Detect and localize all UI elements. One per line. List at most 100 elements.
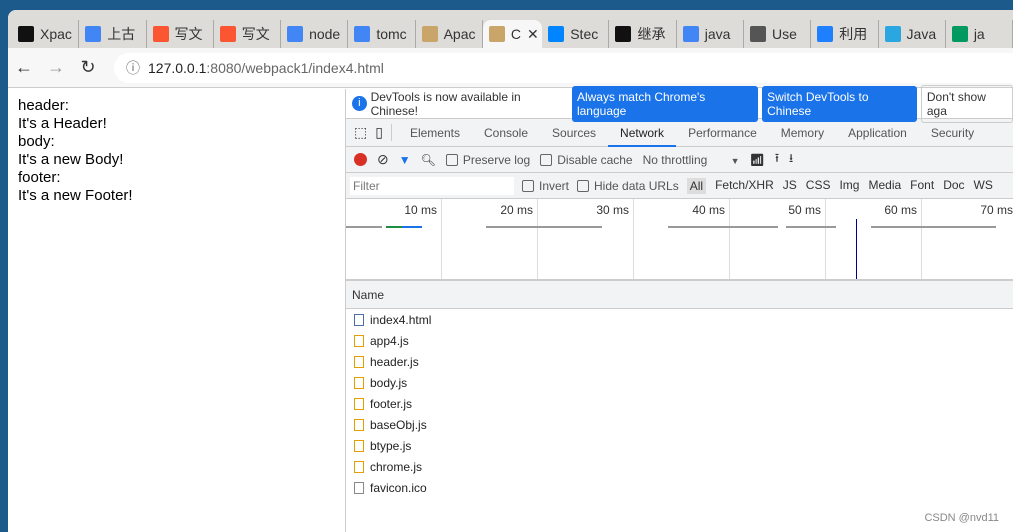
browser-tab[interactable]: node bbox=[281, 20, 349, 48]
filter-bar: Filter Invert Hide data URLs All Fetch/XH… bbox=[346, 173, 1013, 199]
tab-network[interactable]: Network bbox=[608, 119, 677, 147]
inspect-icon[interactable]: ⬚ bbox=[354, 124, 367, 141]
type-filter-ws[interactable]: WS bbox=[974, 178, 993, 194]
invert-label: Invert bbox=[539, 178, 570, 193]
type-filter-media[interactable]: Media bbox=[868, 178, 901, 194]
hide-data-urls-checkbox[interactable]: Hide data URLs bbox=[577, 179, 679, 193]
switch-devtools-button[interactable]: Switch DevTools to Chinese bbox=[762, 85, 917, 122]
url-host: 127.0.0.1 bbox=[148, 59, 207, 76]
clear-icon[interactable]: ⊘ bbox=[377, 151, 389, 168]
preserve-log-checkbox[interactable]: Preserve log bbox=[445, 152, 531, 167]
throttling-select[interactable]: No throttling ▼ bbox=[643, 153, 740, 167]
type-filter-fetch-xhr[interactable]: Fetch/XHR bbox=[715, 178, 774, 194]
x-icon bbox=[18, 26, 34, 42]
info-icon[interactable]: ⓘ bbox=[126, 58, 140, 78]
request-row[interactable]: index4.html bbox=[346, 309, 1013, 330]
browser-tab[interactable]: ja bbox=[946, 20, 1013, 48]
request-row[interactable]: favicon.ico bbox=[346, 477, 1013, 498]
tab-title: node bbox=[309, 26, 341, 42]
filter-icon[interactable]: ▼ bbox=[399, 153, 411, 167]
browser-tab[interactable]: java bbox=[677, 20, 745, 48]
globe-icon bbox=[750, 26, 767, 42]
chevron-down-icon: ▼ bbox=[730, 155, 740, 166]
close-tab-icon[interactable]: ✕ bbox=[527, 26, 539, 43]
juejin-icon bbox=[817, 26, 834, 42]
browser-tab[interactable]: 写文 bbox=[214, 20, 282, 48]
infobar-text: DevTools is now available in Chinese! bbox=[370, 89, 521, 118]
tab-security[interactable]: Security bbox=[919, 119, 986, 147]
import-har-icon[interactable]: ⭱ bbox=[775, 149, 779, 170]
request-name: header.js bbox=[370, 354, 419, 369]
browser-tab[interactable]: 利用 bbox=[811, 20, 879, 48]
browser-tab[interactable]: Java bbox=[879, 20, 946, 48]
browser-tab[interactable]: tomc bbox=[348, 20, 416, 48]
type-filter-doc[interactable]: Doc bbox=[943, 178, 964, 194]
always-match-button[interactable]: Always match Chrome's language bbox=[571, 85, 759, 122]
type-filter-font[interactable]: Font bbox=[910, 178, 934, 194]
request-row[interactable]: btype.js bbox=[346, 435, 1013, 456]
record-icon[interactable] bbox=[354, 153, 367, 166]
type-filter-js[interactable]: JS bbox=[783, 178, 797, 194]
timeline-tick: 30 ms bbox=[538, 199, 634, 279]
sf-icon bbox=[951, 26, 968, 42]
browser-tab[interactable]: Stec bbox=[542, 20, 610, 48]
tab-application[interactable]: Application bbox=[836, 119, 919, 147]
preserve-log-label: Preserve log bbox=[462, 152, 531, 167]
search-icon[interactable]: 🔍︎ bbox=[421, 153, 436, 167]
browser-tab[interactable]: 继承 bbox=[609, 20, 677, 48]
address-bar-row: ← → ↻ ⓘ 127.0.0.1:8080/webpack1/index4.h… bbox=[8, 48, 1013, 88]
tomcat-icon bbox=[488, 26, 505, 42]
footer-text: It's a new Footer! bbox=[18, 187, 133, 204]
timeline-tick: 10 ms bbox=[346, 199, 442, 279]
reload-icon[interactable]: ↻ bbox=[72, 57, 104, 78]
devtools-tabbar: ⬚ ▯ Elements Console Sources Network Perform… bbox=[346, 119, 1013, 147]
tab-title: ja bbox=[973, 26, 985, 42]
waterfall-bar bbox=[668, 226, 778, 228]
browser-tab[interactable]: 写文 bbox=[147, 20, 214, 48]
script-icon bbox=[354, 418, 364, 431]
network-overview[interactable]: 10 ms 20 ms 30 ms 40 ms 50 ms 60 ms 70 ms bbox=[346, 199, 1013, 281]
disable-cache-checkbox[interactable]: Disable cache bbox=[540, 152, 633, 167]
request-row[interactable]: footer.js bbox=[346, 393, 1013, 414]
device-toggle-icon[interactable]: ▯ bbox=[375, 124, 392, 141]
browser-tab[interactable]: C ✕ bbox=[482, 20, 543, 48]
tab-elements[interactable]: Elements bbox=[398, 119, 472, 147]
browser-tab[interactable]: Apac bbox=[416, 20, 483, 48]
type-filter-css[interactable]: CSS bbox=[806, 178, 831, 194]
name-column-header[interactable]: Name bbox=[346, 281, 1013, 309]
filter-input[interactable]: Filter bbox=[350, 176, 514, 195]
export-har-icon[interactable]: ⭳ bbox=[789, 149, 793, 170]
type-filter-img[interactable]: Img bbox=[839, 178, 859, 194]
m-icon bbox=[615, 26, 632, 42]
csdn-icon bbox=[152, 26, 169, 42]
type-filter-all[interactable]: All bbox=[686, 177, 707, 194]
dont-show-again-button[interactable]: Don't show aga bbox=[920, 84, 1013, 123]
tab-title: Stec bbox=[570, 26, 599, 42]
url-input[interactable]: ⓘ 127.0.0.1:8080/webpack1/index4.html bbox=[114, 52, 1013, 83]
browser-tab[interactable]: Use bbox=[744, 20, 812, 48]
request-row[interactable]: body.js bbox=[346, 372, 1013, 393]
tab-performance[interactable]: Performance bbox=[676, 119, 769, 147]
browser-tab[interactable]: 上古 bbox=[79, 20, 147, 48]
browser-tab[interactable]: Xpac bbox=[12, 20, 80, 48]
request-name: footer.js bbox=[370, 396, 413, 411]
tab-console[interactable]: Console bbox=[472, 119, 540, 147]
cloud-icon bbox=[884, 26, 901, 42]
tab-sources[interactable]: Sources bbox=[540, 119, 608, 147]
request-row[interactable]: header.js bbox=[346, 351, 1013, 372]
request-row[interactable]: app4.js bbox=[346, 330, 1013, 351]
tab-title: tomc bbox=[376, 26, 407, 42]
body-label: body: bbox=[18, 133, 55, 150]
waterfall-bar bbox=[402, 226, 422, 228]
invert-checkbox[interactable]: Invert bbox=[522, 179, 569, 193]
request-row[interactable]: chrome.js bbox=[346, 456, 1013, 477]
network-conditions-icon[interactable]: 📶︎ bbox=[750, 153, 765, 167]
network-toolbar: ⊘ ▼ 🔍︎ Preserve log Disable cache No thr… bbox=[346, 147, 1013, 173]
disable-cache-label: Disable cache bbox=[557, 152, 633, 167]
tab-memory[interactable]: Memory bbox=[769, 119, 836, 147]
back-icon[interactable]: ← bbox=[8, 57, 40, 78]
timeline-tick: 50 ms bbox=[730, 199, 826, 279]
request-row[interactable]: baseObj.js bbox=[346, 414, 1013, 435]
tab-title: 利用 bbox=[839, 26, 868, 42]
forward-icon[interactable]: → bbox=[40, 57, 72, 78]
